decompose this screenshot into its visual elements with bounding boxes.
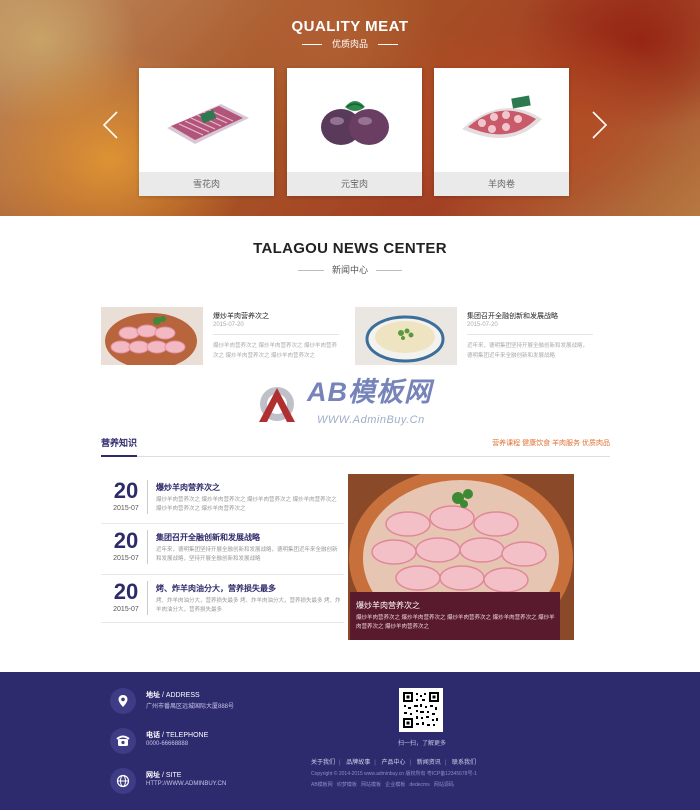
contact-phone: 电话 / TELEPHONE 0000-66668888 xyxy=(110,728,310,758)
location-pin-icon xyxy=(110,688,136,714)
item-year-month: 2015-07 xyxy=(113,555,139,562)
news-item[interactable]: 集团召开全融创新和发展战略 2015-07-20 近年来，德明集团坚持开展全融创… xyxy=(355,307,605,365)
footer-bottom-link[interactable]: 网站源码 xyxy=(434,782,454,788)
divider xyxy=(147,530,148,564)
product-label: 羊肉卷 xyxy=(434,172,569,196)
footer-bottom-link[interactable]: 企业模板 xyxy=(385,782,405,788)
list-item[interactable]: 20 2015-07 爆炒羊肉营养次之 爆炒羊肉营养次之 爆炒羊肉营养次之 爆炒… xyxy=(101,474,344,524)
nutrition-list: 20 2015-07 爆炒羊肉营养次之 爆炒羊肉营养次之 爆炒羊肉营养次之 爆炒… xyxy=(101,474,344,623)
divider xyxy=(147,480,148,514)
news-item-date: 2015-07-20 xyxy=(467,322,498,328)
news-item-title[interactable]: 爆炒羊肉营养次之 xyxy=(213,311,269,321)
footer-bottom-link[interactable]: AB模板网 xyxy=(311,782,333,788)
list-item[interactable]: 20 2015-07 集团召开全融创新和发展战略 近年来，德明集团坚持开展全融创… xyxy=(101,524,344,575)
footer-link[interactable]: 产品中心 xyxy=(382,760,406,766)
contact-address: 地址 / ADDRESS 广州市番禺区远城国际大厦888号 xyxy=(110,688,310,718)
list-item[interactable]: 20 2015-07 烤、炸羊肉油分大，营养损失最多 烤、炸羊肉油分大，营养损失… xyxy=(101,575,344,623)
nutrition-section-title[interactable]: 营养知识 xyxy=(101,436,138,457)
divider: | xyxy=(339,760,341,766)
divider: | xyxy=(444,760,447,766)
contact-label: 地址 / ADDRESS xyxy=(146,692,200,699)
contact-value[interactable]: HTTP://WWW.ADMINBUY.CN xyxy=(146,781,226,787)
hero-title: QUALITY MEAT xyxy=(291,18,409,35)
item-excerpt: 爆炒羊肉营养次之 爆炒羊肉营养次之 爆炒羊肉营养次之 爆炒羊肉营养次之 爆炒羊肉… xyxy=(156,497,337,512)
qr-code-icon xyxy=(402,691,440,729)
news-section-subtitle: 新闻中心 xyxy=(0,263,700,276)
item-day: 20 xyxy=(113,528,139,553)
footer-bottom-links: AB模板网 织梦模板 网站模板 企业模板 dedecms 网站源码 xyxy=(311,781,571,788)
footer-bottom-link[interactable]: 网站模板 xyxy=(361,782,381,788)
item-title[interactable]: 烤、炸羊肉油分大，营养损失最多 xyxy=(156,583,276,594)
watermark-text: AB模板网 xyxy=(307,377,432,407)
chevron-left-icon xyxy=(102,111,118,139)
footer-link[interactable]: 品牌故事 xyxy=(346,760,370,766)
product-image xyxy=(434,68,569,172)
divider xyxy=(467,334,593,335)
product-label: 元宝肉 xyxy=(287,172,422,196)
footer-link[interactable]: 关于我们 xyxy=(311,760,335,766)
footer: 地址 / ADDRESS 广州市番禺区远城国际大厦888号 电话 / TELEP… xyxy=(0,672,700,810)
divider xyxy=(213,334,339,335)
qr-caption: 扫一扫，了解更多 xyxy=(397,741,446,747)
news-item[interactable]: 爆炒羊肉营养次之 2015-07-20 爆炒羊肉营养次之 爆炒羊肉营养次之 爆炒… xyxy=(101,307,351,365)
copyright: Copyright © 2014-2015 www.adminbuy.cn 版权… xyxy=(311,771,477,777)
product-card[interactable]: 元宝肉 xyxy=(287,68,422,196)
news-thumbnail xyxy=(355,307,457,365)
watermark-logo-icon xyxy=(259,387,295,422)
item-excerpt: 烤、炸羊肉油分大，营养损失最多 烤、炸羊肉油分大，营养损失最多 烤、炸羊肉油分大… xyxy=(156,598,341,613)
qr-code xyxy=(399,688,443,732)
contact-value: 0000-66668888 xyxy=(146,741,189,747)
contact-label: 网址 / SITE xyxy=(146,772,182,779)
item-title[interactable]: 集团召开全融创新和发展战略 xyxy=(156,532,260,543)
nutrition-section-header: 营养知识 营养课程 健康饮食 羊肉服务 优质肉品 xyxy=(101,436,610,457)
contact-value: 广州市番禺区远城国际大厦888号 xyxy=(146,704,235,710)
product-card[interactable]: 羊肉卷 xyxy=(434,68,569,196)
featured-excerpt: 爆炒羊肉营养次之 爆炒羊肉营养次之 爆炒羊肉营养次之 爆炒羊肉营养次之 爆炒羊肉… xyxy=(356,615,555,630)
item-excerpt: 近年来，德明集团坚持开展全融创新和发展战略，德明集团近年来全融创新和发展战略，坚… xyxy=(156,547,338,562)
nutrition-tags[interactable]: 营养课程 健康饮食 羊肉服务 优质肉品 xyxy=(492,438,610,448)
news-item-title[interactable]: 集团召开全融创新和发展战略 xyxy=(467,311,558,321)
contact-site: 网址 / SITE HTTP://WWW.ADMINBUY.CN xyxy=(110,768,310,798)
product-image xyxy=(139,68,274,172)
news-item-excerpt: 爆炒羊肉营养次之 爆炒羊肉营养次之 爆炒羊肉营养次之 爆炒羊肉营养次之 爆炒羊肉… xyxy=(213,343,338,359)
footer-bottom-link[interactable]: 织梦模板 xyxy=(337,782,357,788)
globe-icon xyxy=(110,768,136,794)
chevron-right-icon xyxy=(592,111,608,139)
footer-link[interactable]: 联系我们 xyxy=(452,760,476,766)
watermark-url: WWW.AdminBuy.Cn xyxy=(317,414,425,426)
item-year-month: 2015-07 xyxy=(113,505,139,512)
footer-links: 关于我们 | 品牌故事 | 产品中心 | 新闻资讯 | 联系我们 xyxy=(311,757,551,766)
news-item-excerpt: 近年来，德明集团坚持开展全融创新和发展战略，德明集团近年来全融创新和发展战略 xyxy=(467,343,589,359)
item-year-month: 2015-07 xyxy=(113,606,139,613)
featured-caption: 爆炒羊肉营养次之 爆炒羊肉营养次之 爆炒羊肉营养次之 爆炒羊肉营养次之 爆炒羊肉… xyxy=(350,592,560,640)
watermark: AB模板网 WWW.AdminBuy.Cn xyxy=(255,368,455,438)
divider: | xyxy=(374,760,376,766)
item-day: 20 xyxy=(113,478,139,503)
phone-icon xyxy=(110,728,136,754)
featured-article[interactable]: 爆炒羊肉营养次之 爆炒羊肉营养次之 爆炒羊肉营养次之 爆炒羊肉营养次之 爆炒羊肉… xyxy=(348,474,574,640)
carousel-prev-button[interactable] xyxy=(100,110,122,140)
hero-banner: QUALITY MEAT 优质肉品 雪花肉 元宝肉 羊肉卷 xyxy=(0,0,700,216)
contact-label: 电话 / TELEPHONE xyxy=(146,732,209,739)
featured-title[interactable]: 爆炒羊肉营养次之 xyxy=(356,600,420,611)
footer-bottom-link[interactable]: dedecms xyxy=(409,782,429,788)
product-label: 雪花肉 xyxy=(139,172,274,196)
news-item-date: 2015-07-20 xyxy=(213,322,244,328)
hero-subtitle: 优质肉品 xyxy=(0,37,700,50)
product-card[interactable]: 雪花肉 xyxy=(139,68,274,196)
footer-link[interactable]: 新闻资讯 xyxy=(417,760,441,766)
carousel-next-button[interactable] xyxy=(588,110,610,140)
product-image xyxy=(287,68,422,172)
item-title[interactable]: 爆炒羊肉营养次之 xyxy=(156,482,220,493)
divider: | xyxy=(409,760,412,766)
divider xyxy=(147,581,148,615)
news-thumbnail xyxy=(101,307,203,365)
item-day: 20 xyxy=(113,579,139,604)
news-section-title: TALAGOU NEWS CENTER xyxy=(253,240,447,257)
